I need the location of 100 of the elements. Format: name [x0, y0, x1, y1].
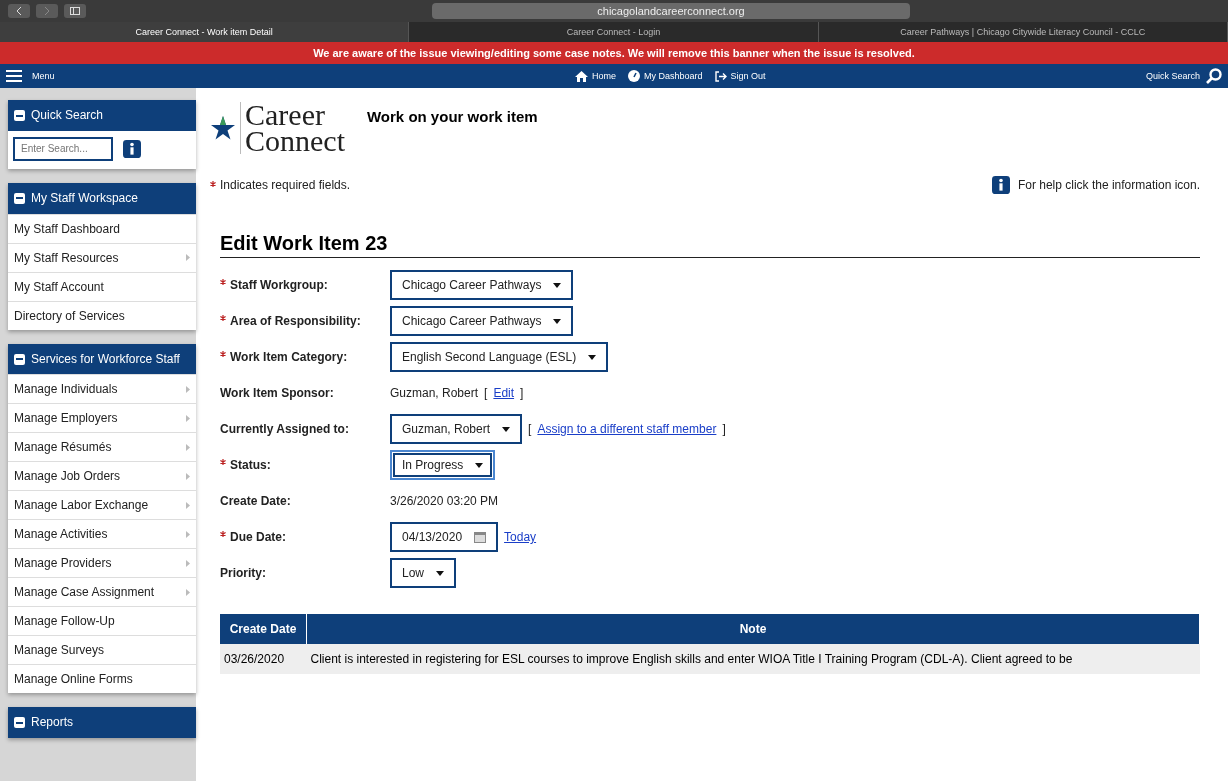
- quick-search-link[interactable]: Quick Search: [1145, 71, 1200, 81]
- section-heading: Edit Work Item 23: [220, 232, 1200, 258]
- alert-banner: We are aware of the issue viewing/editing some case notes. We will remove this banner when the issue is resolved.: [0, 42, 1228, 64]
- required-note: Indicates required fields.: [220, 178, 351, 192]
- browser-tab[interactable]: Career Connect - Work item Detail: [0, 22, 410, 42]
- panel-header[interactable]: Services for Workforce Staff: [8, 343, 196, 375]
- sidebar-item[interactable]: Manage Follow-Up: [8, 606, 196, 636]
- address-bar[interactable]: chicagolandcareerconnect.org: [432, 3, 910, 19]
- field-label: Due Date:: [220, 522, 390, 552]
- search-field[interactable]: Enter Search...: [13, 136, 113, 161]
- panel-title: Services for Workforce Staff: [31, 350, 180, 368]
- sidebar-item[interactable]: Directory of Services: [8, 300, 196, 330]
- collapse-icon[interactable]: [14, 192, 25, 204]
- help-note: For help click the information icon.: [1017, 178, 1200, 192]
- today-link[interactable]: Today: [504, 530, 537, 544]
- chevron-icon: [186, 254, 190, 262]
- required-icon: [220, 531, 226, 537]
- nav-link[interactable]: Home: [591, 71, 616, 81]
- bracket: [: [528, 422, 532, 436]
- collapse-icon[interactable]: [14, 110, 25, 121]
- dropdown[interactable]: In Progress: [390, 450, 496, 480]
- sidebar-item[interactable]: My Staff Resources: [8, 242, 196, 272]
- dropdown[interactable]: Chicago Career Pathways: [390, 270, 574, 300]
- sidebar-icon: [70, 7, 80, 15]
- info-icon[interactable]: [123, 139, 141, 158]
- panel-header[interactable]: Reports: [8, 707, 196, 739]
- nav-link[interactable]: My Dashboard: [643, 71, 703, 81]
- info-icon[interactable]: [991, 176, 1010, 194]
- field-label: Area of Responsibility:: [220, 306, 390, 336]
- collapse-icon[interactable]: [14, 353, 25, 365]
- edit-link[interactable]: Assign to a different staff member: [537, 422, 717, 436]
- sidebar-item[interactable]: Manage Individuals: [8, 374, 196, 404]
- dropdown[interactable]: Low: [390, 558, 456, 588]
- back-button[interactable]: [8, 4, 30, 18]
- forward-icon: [44, 7, 50, 15]
- chevron-icon: [186, 472, 190, 480]
- back-icon: [16, 7, 22, 15]
- home-icon: [574, 70, 588, 82]
- star-icon: [210, 115, 236, 141]
- nav-link[interactable]: Sign Out: [730, 71, 766, 81]
- chevron-icon: [186, 559, 190, 567]
- chevron-icon: [186, 443, 190, 451]
- menu-link[interactable]: Menu: [32, 71, 55, 81]
- required-icon: [220, 351, 226, 357]
- field-label: Staff Workgroup:: [220, 270, 390, 300]
- collapse-icon[interactable]: [14, 717, 25, 729]
- table-cell: Client is interested in registering for ESL courses to improve English skills and enter WIOA Title I Training Program (CDL-A). Client agreed to be: [306, 644, 1200, 674]
- field-value: Guzman, Robert: [390, 386, 479, 400]
- logo-text: Connect: [245, 128, 345, 154]
- dropdown[interactable]: Chicago Career Pathways: [390, 306, 574, 336]
- date-field[interactable]: 04/13/2020: [390, 522, 499, 552]
- chevron-icon: [186, 414, 190, 422]
- menu-icon[interactable]: [6, 70, 22, 82]
- field-label: Work Item Sponsor:: [220, 385, 335, 402]
- logo-text: Career: [245, 102, 326, 128]
- dropdown[interactable]: English Second Language (ESL): [390, 342, 609, 372]
- sidebar-item[interactable]: Manage Job Orders: [8, 461, 196, 491]
- page-title: Work on your work item: [367, 108, 538, 127]
- chevron-icon: [186, 385, 190, 393]
- chevron-icon: [186, 588, 190, 596]
- table-cell: 03/26/2020: [220, 644, 307, 674]
- search-icon[interactable]: [1206, 68, 1222, 84]
- bracket: [: [484, 386, 488, 400]
- dropdown[interactable]: Guzman, Robert: [390, 414, 523, 444]
- sidebar-item[interactable]: Manage Employers: [8, 403, 196, 433]
- sidebar-item[interactable]: Manage Surveys: [8, 635, 196, 665]
- column-header: Create Date: [220, 614, 307, 644]
- field-value: 3/26/2020 03:20 PM: [390, 494, 499, 508]
- field-label: Currently Assigned to:: [220, 421, 350, 438]
- sidebar-toggle-button[interactable]: [64, 4, 86, 18]
- field-label: Priority:: [220, 565, 267, 582]
- gauge-icon: [627, 70, 640, 82]
- required-icon: [220, 459, 226, 465]
- required-icon: [220, 279, 226, 285]
- panel-title: My Staff Workspace: [31, 189, 138, 207]
- edit-link[interactable]: Edit: [493, 386, 515, 400]
- sidebar-item[interactable]: Manage Providers: [8, 548, 196, 578]
- panel-header[interactable]: Quick Search: [8, 100, 196, 131]
- panel-header[interactable]: My Staff Workspace: [8, 182, 196, 214]
- chevron-icon: [186, 530, 190, 538]
- field-label: Work Item Category:: [220, 342, 390, 372]
- bracket: ]: [722, 422, 726, 436]
- field-label: Create Date:: [220, 493, 292, 510]
- sign-out-icon: [714, 70, 727, 82]
- sidebar-item[interactable]: Manage Labor Exchange: [8, 490, 196, 520]
- sidebar-item[interactable]: Manage Résumés: [8, 432, 196, 462]
- sidebar-item[interactable]: My Staff Dashboard: [8, 213, 196, 243]
- chevron-icon: [186, 501, 190, 509]
- required-icon: [220, 315, 226, 321]
- sidebar-item[interactable]: Manage Activities: [8, 519, 196, 549]
- calendar-icon[interactable]: [474, 531, 487, 543]
- bracket: ]: [520, 386, 524, 400]
- column-header: Note: [306, 614, 1200, 644]
- sidebar-item[interactable]: Manage Online Forms: [8, 664, 196, 694]
- field-label: Status:: [220, 450, 390, 480]
- panel-title: Reports: [31, 714, 74, 732]
- panel-title: Quick Search: [31, 107, 104, 124]
- required-icon: [210, 181, 216, 187]
- sidebar-item[interactable]: Manage Case Assignment: [8, 577, 196, 607]
- sidebar-item[interactable]: My Staff Account: [8, 271, 196, 301]
